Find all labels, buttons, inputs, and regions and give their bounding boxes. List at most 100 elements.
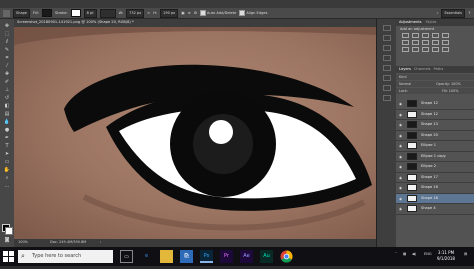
tab-channels[interactable]: Channels bbox=[414, 66, 431, 73]
visibility-eye-icon[interactable]: ◉ bbox=[399, 134, 402, 138]
layer-row[interactable]: ◉ Shape 12 bbox=[396, 109, 474, 120]
menu-bar[interactable] bbox=[0, 0, 474, 8]
layer-row[interactable]: ◉ Shape 20 bbox=[396, 130, 474, 141]
black-white-adjust-icon[interactable] bbox=[422, 40, 429, 45]
threshold-adjust-icon[interactable] bbox=[422, 47, 429, 52]
dodge-tool-icon[interactable]: ● bbox=[3, 127, 11, 133]
brightness-adjust-icon[interactable] bbox=[402, 33, 409, 38]
document-canvas[interactable] bbox=[14, 27, 376, 239]
link-icon[interactable]: ∞ bbox=[147, 11, 150, 15]
language-icon[interactable]: ENG bbox=[424, 252, 432, 256]
more-tools-icon[interactable]: … bbox=[3, 183, 11, 189]
layer-kind-select[interactable]: Kind bbox=[399, 75, 406, 79]
tray-chevron-icon[interactable]: ˄ bbox=[395, 252, 397, 256]
visibility-eye-icon[interactable]: ◉ bbox=[399, 186, 402, 190]
hue-saturation-adjust-icon[interactable] bbox=[402, 40, 409, 45]
visibility-eye-icon[interactable]: ◉ bbox=[399, 165, 402, 169]
status-arrow-icon[interactable]: › bbox=[100, 240, 101, 244]
zoom-tool-icon[interactable]: ⌕ bbox=[3, 175, 11, 181]
tab-layers[interactable]: Layers bbox=[399, 66, 411, 73]
visibility-eye-icon[interactable]: ◉ bbox=[399, 102, 402, 106]
share-icon[interactable]: ⇪ bbox=[468, 11, 471, 15]
visibility-eye-icon[interactable]: ◉ bbox=[399, 176, 402, 180]
auto-add-delete-toggle[interactable]: Auto Add/Delete bbox=[199, 10, 236, 16]
align-edges-toggle[interactable]: Align Edges bbox=[239, 10, 267, 16]
lasso-tool-icon[interactable]: ℓ bbox=[3, 39, 11, 45]
brush-panel-icon[interactable] bbox=[383, 45, 391, 51]
opacity-field[interactable]: Opacity: 100% bbox=[436, 82, 461, 86]
layer-row[interactable]: ◉ Ellipse 2 bbox=[396, 162, 474, 173]
tool-preset-icon[interactable] bbox=[3, 9, 10, 17]
eyedropper-tool-icon[interactable]: ⁄ bbox=[3, 63, 11, 69]
visibility-eye-icon[interactable]: ◉ bbox=[399, 155, 402, 159]
chrome-icon[interactable] bbox=[280, 250, 293, 263]
edge-browser-icon[interactable]: e bbox=[140, 250, 153, 263]
task-view-icon[interactable]: ▭ bbox=[120, 250, 133, 263]
swatches-panel-icon[interactable] bbox=[383, 85, 391, 91]
fill-field[interactable]: Fill: 100% bbox=[442, 89, 458, 93]
history-brush-tool-icon[interactable]: ↺ bbox=[3, 95, 11, 101]
volume-icon[interactable]: ◀) bbox=[412, 252, 416, 256]
gear-icon[interactable]: ⚙ bbox=[194, 11, 197, 15]
tab-styles[interactable]: Styles bbox=[426, 19, 437, 26]
visibility-eye-icon[interactable]: ◉ bbox=[399, 123, 402, 127]
hand-tool-icon[interactable]: ✋ bbox=[3, 167, 11, 173]
path-alignment-icon[interactable]: ≡ bbox=[188, 11, 191, 15]
posterize-adjust-icon[interactable] bbox=[412, 47, 419, 52]
store-icon[interactable]: 🛍 bbox=[180, 250, 193, 263]
character-panel-icon[interactable] bbox=[383, 55, 391, 61]
channel-mixer-adjust-icon[interactable] bbox=[442, 40, 449, 45]
photoshop-icon[interactable]: Ps bbox=[200, 250, 213, 263]
visibility-eye-icon[interactable]: ◉ bbox=[399, 197, 402, 201]
path-selection-tool-icon[interactable]: ➤ bbox=[3, 151, 11, 157]
blur-tool-icon[interactable]: 💧 bbox=[3, 119, 11, 125]
invert-adjust-icon[interactable] bbox=[402, 47, 409, 52]
layer-row[interactable]: ◉ Shape 13 bbox=[396, 120, 474, 131]
background-color-swatch[interactable] bbox=[5, 227, 13, 235]
width-field[interactable]: 732 px bbox=[126, 8, 145, 18]
healing-brush-tool-icon[interactable]: ✚ bbox=[3, 71, 11, 77]
after-effects-icon[interactable]: Ae bbox=[240, 250, 253, 263]
info-panel-icon[interactable] bbox=[383, 75, 391, 81]
layer-row[interactable]: ◉ Shape 16 bbox=[396, 183, 474, 194]
stroke-width-field[interactable]: 8 pt bbox=[83, 8, 97, 18]
shape-tool-icon[interactable]: ▭ bbox=[3, 159, 11, 165]
height-field[interactable]: 190 px bbox=[160, 8, 179, 18]
exposure-adjust-icon[interactable] bbox=[432, 33, 439, 38]
layer-row[interactable]: ◉ Shape 4 bbox=[396, 204, 474, 215]
curves-adjust-icon[interactable] bbox=[422, 33, 429, 38]
tab-adjustments[interactable]: Adjustments bbox=[399, 19, 422, 26]
fill-color-swatch[interactable] bbox=[41, 9, 52, 17]
type-tool-icon[interactable]: T bbox=[3, 143, 11, 149]
history-panel-icon[interactable] bbox=[383, 25, 391, 31]
visibility-eye-icon[interactable]: ◉ bbox=[399, 113, 402, 117]
audition-icon[interactable]: Au bbox=[260, 250, 273, 263]
clone-stamp-tool-icon[interactable]: ⊥ bbox=[3, 87, 11, 93]
eraser-tool-icon[interactable]: ◧ bbox=[3, 103, 11, 109]
layer-row[interactable]: ◉ Shape 12 bbox=[396, 99, 474, 110]
stroke-type-select[interactable] bbox=[99, 8, 116, 18]
tab-paths[interactable]: Paths bbox=[434, 66, 444, 73]
visibility-eye-icon[interactable]: ◉ bbox=[399, 144, 402, 148]
search-icon[interactable]: ⌕ bbox=[436, 11, 438, 15]
color-balance-adjust-icon[interactable] bbox=[412, 40, 419, 45]
paragraph-panel-icon[interactable] bbox=[383, 65, 391, 71]
file-explorer-icon[interactable] bbox=[160, 250, 173, 263]
move-tool-icon[interactable]: ✥ bbox=[3, 23, 11, 29]
properties-panel-icon[interactable] bbox=[383, 35, 391, 41]
levels-adjust-icon[interactable] bbox=[412, 33, 419, 38]
zoom-level[interactable]: 100% bbox=[18, 240, 28, 244]
color-panel-icon[interactable] bbox=[383, 95, 391, 101]
layer-row[interactable]: ◉ Ellipse 1 bbox=[396, 141, 474, 152]
selective-color-adjust-icon[interactable] bbox=[442, 47, 449, 52]
gradient-map-adjust-icon[interactable] bbox=[432, 47, 439, 52]
taskbar-clock[interactable]: 3:11 PM 9/1/2018 bbox=[437, 250, 455, 262]
notifications-icon[interactable]: ▤ bbox=[464, 252, 467, 256]
tool-mode-select[interactable]: Shape bbox=[13, 8, 30, 18]
taskbar-search-box[interactable]: ⌕ Type here to search bbox=[18, 250, 113, 263]
network-icon[interactable]: ▦ bbox=[403, 252, 406, 256]
visibility-eye-icon[interactable]: ◉ bbox=[399, 207, 402, 211]
quick-select-tool-icon[interactable]: ✎ bbox=[3, 47, 11, 53]
quick-mask-icon[interactable]: ◙ bbox=[3, 237, 11, 243]
marquee-tool-icon[interactable]: ⬚ bbox=[3, 31, 11, 37]
